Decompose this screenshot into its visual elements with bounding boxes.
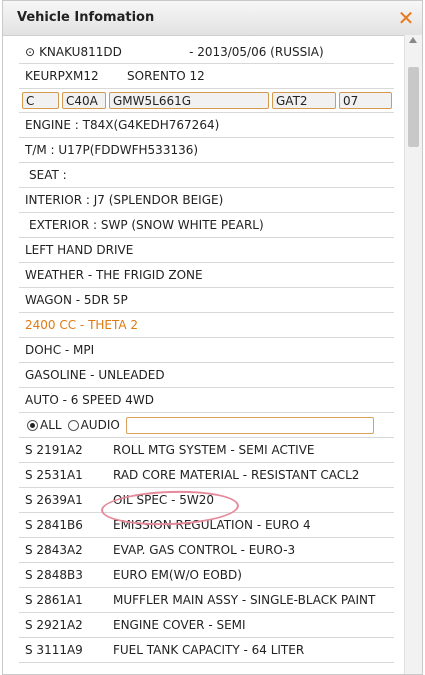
spec-text: INTERIOR : J7 (SPLENDOR BEIGE) [25,193,224,207]
option-row[interactable]: S 2531A1 RAD CORE MATERIAL - RESISTANT CA… [19,463,394,488]
radio-audio[interactable] [67,419,79,431]
spec-text: AUTO - 6 SPEED 4WD [25,393,154,407]
spec-line: ENGINE : T84X(G4KEDH767264) [19,113,394,138]
spec-line: AUTO - 6 SPEED 4WD [19,388,394,413]
code-box: C [22,92,59,109]
option-desc: FUEL TANK CAPACITY - 64 LITER [113,643,305,657]
option-desc: MUFFLER MAIN ASSY - SINGLE-BLACK PAINT [113,593,376,607]
vehicle-info-window: Vehicle Infomation ✕ ⊙ KNAKU811DD - 2013… [2,0,423,675]
option-code: S 2861A1 [25,593,83,607]
spec-text: 2400 CC - THETA 2 [25,318,139,332]
spec-line: T/M : U17P(FDDWFH533136) [19,138,394,163]
spec-text: SEAT : [29,168,67,182]
option-desc: ENGINE COVER - SEMI [113,618,246,632]
option-code: S 2841B6 [25,518,83,532]
option-row[interactable]: S 2848B3 EURO EM(W/O EOBD) [19,563,394,588]
spec-text: DOHC - MPI [25,343,95,357]
spec-text: T/M : U17P(FDDWFH533136) [25,143,199,157]
code-box: C40A [62,92,106,109]
model-name: SORENTO 12 [127,69,205,83]
spec-text: WAGON - 5DR 5P [25,293,128,307]
window-title: Vehicle Infomation [17,10,155,25]
title-bar: Vehicle Infomation ✕ [3,1,422,36]
option-desc: EURO EM(W/O EOBD) [113,568,242,582]
vin-value: KNAKU811DD [39,44,122,59]
close-icon[interactable]: ✕ [396,8,416,28]
spec-text: EXTERIOR : SWP (SNOW WHITE PEARL) [29,218,264,232]
filter-row: ALL AUDIO [19,413,394,438]
filter-input[interactable] [125,416,374,434]
option-code: S 2848B3 [25,568,83,582]
option-desc: RAD CORE MATERIAL - RESISTANT CACL2 [113,468,360,482]
spec-line-highlight: 2400 CC - THETA 2 [19,313,394,338]
spec-text: WEATHER - THE FRIGID ZONE [25,268,203,282]
model-row: KEURPXM12 SORENTO 12 [19,64,394,89]
spec-line: SEAT : [19,163,394,188]
model-code: KEURPXM12 [25,69,99,83]
code-box: GMW5L661G [109,92,269,109]
spec-line: GASOLINE - UNLEADED [19,363,394,388]
spec-line: LEFT HAND DRIVE [19,238,394,263]
spec-line: WAGON - 5DR 5P [19,288,394,313]
option-code: S 2531A1 [25,468,83,482]
spec-line: DOHC - MPI [19,338,394,363]
spec-text: LEFT HAND DRIVE [25,243,134,257]
vertical-scrollbar[interactable] [404,35,422,674]
option-row[interactable]: S 3111A9 FUEL TANK CAPACITY - 64 LITER [19,638,394,663]
production-date-country: - 2013/05/06 (RUSSIA) [189,44,324,59]
radio-all-label: ALL [40,418,62,432]
spec-text: GASOLINE - UNLEADED [25,368,165,382]
spec-text: ENGINE : T84X(G4KEDH767264) [25,118,220,132]
code-box: 07 [339,92,392,109]
option-code: S 2921A2 [25,618,83,632]
radio-audio-label: AUDIO [80,418,120,432]
option-code: S 3111A9 [25,643,83,657]
spec-line: INTERIOR : J7 (SPLENDOR BEIGE) [19,188,394,213]
option-code: S 2639A1 [25,493,83,507]
vin-row: ⊙ KNAKU811DD - 2013/05/06 (RUSSIA) [19,40,394,64]
code-boxes-row: C C40A GMW5L661G GAT2 07 [19,89,394,113]
spec-line: WEATHER - THE FRIGID ZONE [19,263,394,288]
info-list: ⊙ KNAKU811DD - 2013/05/06 (RUSSIA) KEURP… [19,40,394,663]
vin-marker-icon: ⊙ [25,44,36,59]
radio-all[interactable] [27,419,38,431]
option-row[interactable]: S 2191A2 ROLL MTG SYSTEM - SEMI ACTIVE [19,438,394,463]
option-row[interactable]: S 2843A2 EVAP. GAS CONTROL - EURO-3 [19,538,394,563]
option-code: S 2191A2 [25,443,83,457]
scroll-up-arrow-icon[interactable] [409,37,417,43]
option-row[interactable]: S 2921A2 ENGINE COVER - SEMI [19,613,394,638]
option-desc: ROLL MTG SYSTEM - SEMI ACTIVE [113,443,315,457]
code-box: GAT2 [272,92,336,109]
scrollbar-thumb[interactable] [408,67,419,147]
option-code: S 2843A2 [25,543,83,557]
option-desc: EVAP. GAS CONTROL - EURO-3 [113,543,296,557]
spec-line: EXTERIOR : SWP (SNOW WHITE PEARL) [19,213,394,238]
option-row[interactable]: S 2861A1 MUFFLER MAIN ASSY - SINGLE-BLACK… [19,588,394,613]
